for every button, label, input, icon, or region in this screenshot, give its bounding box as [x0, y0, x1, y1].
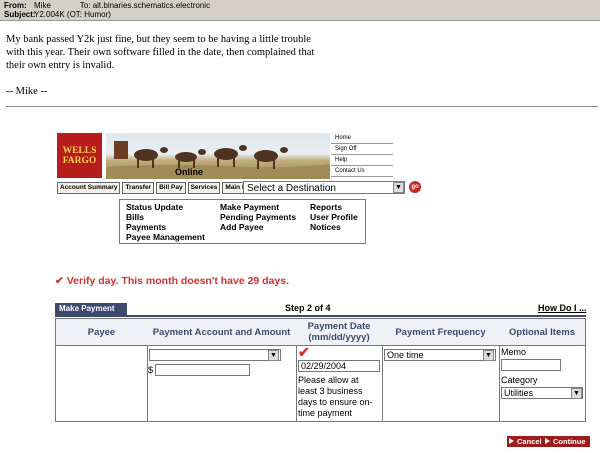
menu-bills[interactable]: Bills — [126, 212, 144, 222]
home-link[interactable]: Home — [331, 133, 393, 144]
memo-input[interactable] — [501, 359, 561, 371]
menu-make-payment[interactable]: Make Payment — [220, 202, 279, 212]
column-header: Payment Frequency — [382, 319, 499, 346]
checkmark-icon: ✔ — [298, 344, 310, 360]
divider — [6, 106, 598, 107]
menu-notices[interactable]: Notices — [310, 222, 341, 232]
step-indicator: Step 2 of 4 — [285, 303, 331, 313]
memo-label: Memo — [501, 347, 527, 357]
currency-symbol: $ — [148, 365, 154, 375]
menu-reports[interactable]: Reports — [310, 202, 342, 212]
contact-us-link[interactable]: Contact Us — [331, 166, 393, 177]
help-link[interactable]: Help — [331, 155, 393, 166]
body-line: My bank passed Y2k just fine, but they s… — [6, 34, 311, 45]
how-do-i-link[interactable]: How Do I ... — [538, 303, 587, 313]
column-header: Payment Date (mm/dd/yyyy) — [296, 319, 382, 346]
cancel-button[interactable]: Cancel — [507, 436, 546, 447]
body-line — [6, 72, 314, 85]
column-header: Optional Items — [499, 319, 585, 346]
menu-add-payee[interactable]: Add Payee — [220, 222, 263, 232]
error-message: ✔ Verify day. This month doesn't have 29… — [55, 275, 289, 287]
checkmark-icon: ✔ — [55, 275, 64, 287]
continue-button[interactable]: Continue — [543, 436, 590, 447]
column-header: Payment Account and Amount — [147, 319, 296, 346]
from-value: Mike — [34, 1, 51, 10]
frequency-column: Payment Frequency One time ▼ — [382, 319, 500, 421]
menu-status-update[interactable]: Status Update — [126, 202, 183, 212]
make-payment-tab: Make Payment — [55, 303, 127, 315]
payment-date-input[interactable]: 02/29/2004 — [298, 360, 380, 372]
wells-fargo-logo[interactable]: WELLS FARGO — [57, 133, 102, 178]
frequency-select[interactable]: One time — [384, 349, 496, 361]
go-button[interactable]: go — [409, 181, 421, 193]
date-column: Payment Date (mm/dd/yyyy) ✔ 02/29/2004 P… — [296, 319, 383, 421]
chevron-down-icon[interactable]: ▼ — [483, 350, 494, 361]
chevron-down-icon[interactable]: ▼ — [571, 388, 582, 399]
from-label: From: — [4, 1, 27, 10]
error-text: Verify day. This month doesn't have 29 d… — [66, 275, 290, 287]
chevron-down-icon[interactable]: ▼ — [393, 182, 404, 193]
account-column: Payment Account and Amount ▼ $ — [147, 319, 297, 421]
stagecoach-banner-image — [106, 133, 330, 179]
body-line: their own entry is invalid. — [6, 60, 115, 71]
tab-transfer[interactable]: Transfer — [122, 182, 155, 194]
bill-pay-menu: Status Update Bills Payments Payee Manag… — [119, 199, 366, 244]
chevron-down-icon[interactable]: ▼ — [268, 350, 279, 361]
date-note: Please allow at least 3 business days to… — [298, 375, 373, 418]
online-label: Online — [175, 167, 204, 177]
sign-off-link[interactable]: Sign Off — [331, 144, 393, 155]
subject-label: Subject: — [4, 10, 36, 19]
tab-services[interactable]: Services — [187, 182, 221, 194]
signature: -- Mike -- — [6, 86, 48, 97]
column-header: Payee — [56, 319, 147, 346]
tab-account-summary[interactable]: Account Summary — [57, 182, 121, 194]
main-nav-tabs: Account Summary Transfer Bill Pay Servic… — [57, 182, 262, 194]
body-line: with this year. Their own software fille… — [6, 47, 315, 58]
payment-table: Payee Payment Account and Amount ▼ $ Pay… — [55, 318, 586, 422]
optional-column: Optional Items Memo Category Utilities ▼ — [499, 319, 585, 421]
utility-links: Home Sign Off Help Contact Us — [331, 133, 393, 177]
amount-input[interactable] — [155, 364, 250, 376]
to-value: alt.binaries.schematics.electronic — [92, 1, 211, 10]
menu-user-profile[interactable]: User Profile — [310, 212, 358, 222]
form-header-bar — [55, 315, 586, 317]
email-header: From: Mike To: alt.binaries.schematics.el… — [0, 0, 600, 21]
menu-payments[interactable]: Payments — [126, 222, 166, 232]
category-label: Category — [501, 375, 538, 385]
to-label: To: — [79, 1, 91, 10]
email-body: My bank passed Y2k just fine, but they s… — [6, 33, 314, 98]
payee-column: Payee — [56, 319, 148, 421]
menu-payee-management[interactable]: Payee Management — [126, 232, 205, 242]
subject-value: Y2.004K (OT: Humor) — [34, 10, 111, 19]
destination-select[interactable]: Select a Destination — [243, 181, 405, 194]
payment-account-select[interactable] — [149, 349, 281, 361]
horses-illustration — [106, 141, 330, 179]
tab-bill-pay[interactable]: Bill Pay — [156, 182, 186, 194]
menu-pending-payments[interactable]: Pending Payments — [220, 212, 296, 222]
